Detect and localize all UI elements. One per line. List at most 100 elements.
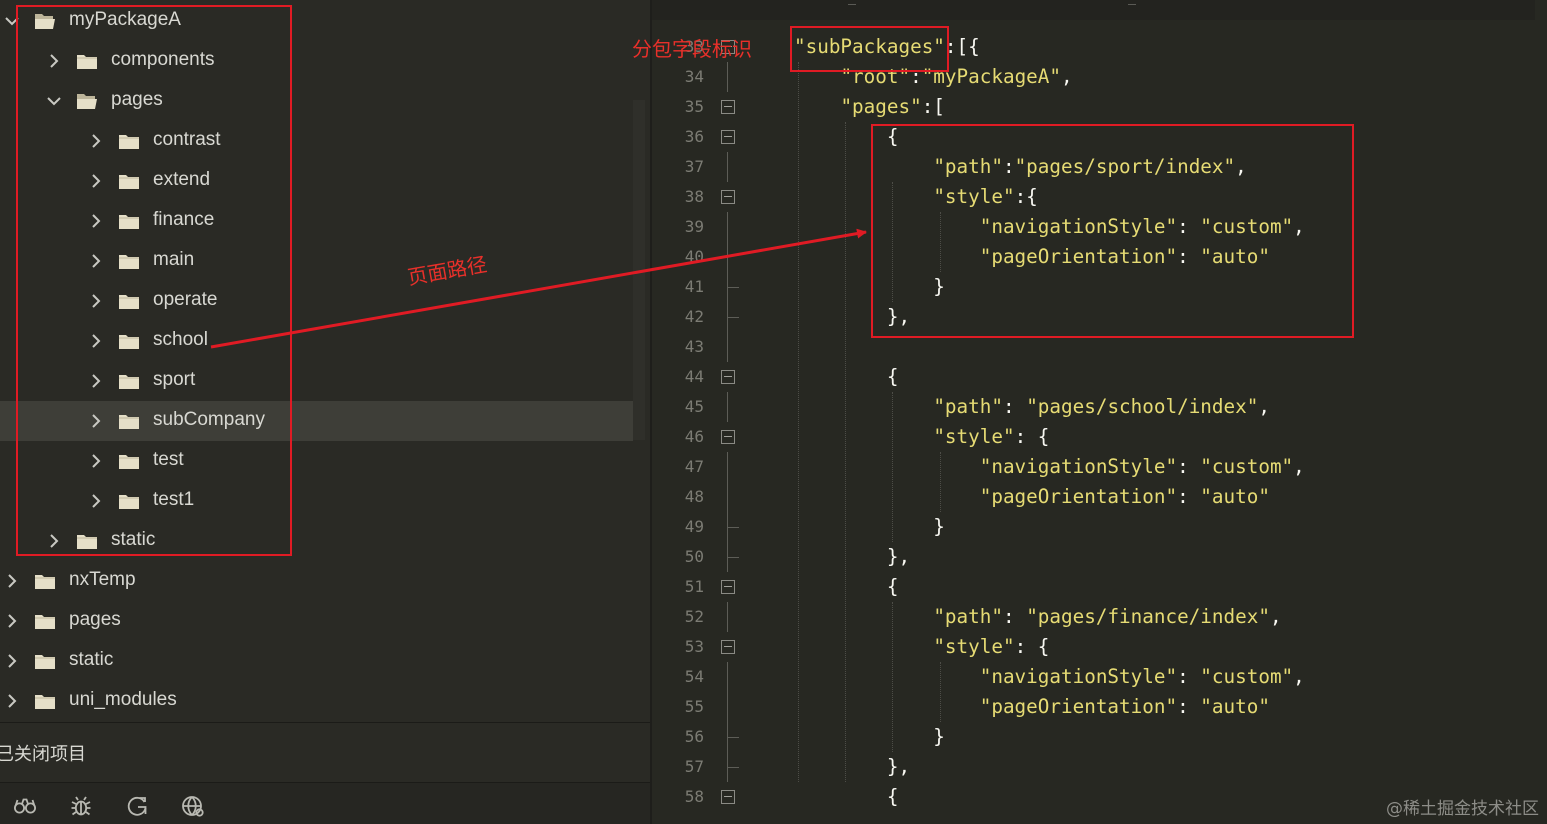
code-line[interactable]: 57 }, <box>652 752 1547 782</box>
fold-toggle-icon[interactable] <box>721 130 735 144</box>
code-text: }, <box>794 755 911 778</box>
closed-projects-label[interactable]: 已关闭项目 <box>0 740 86 766</box>
code-line[interactable]: 45 "path": "pages/school/index", <box>652 392 1547 422</box>
code-line[interactable]: 54 "navigationStyle": "custom", <box>652 662 1547 692</box>
file-tree-highlight-box <box>16 5 292 556</box>
fold-toggle-icon[interactable] <box>721 640 735 654</box>
indent-guide <box>892 602 893 752</box>
indent-guide <box>845 122 846 782</box>
code-line[interactable]: 53 "style": { <box>652 632 1547 662</box>
tree-item-nxtemp[interactable]: nxTemp <box>0 561 633 601</box>
fold-guide <box>727 62 728 92</box>
tree-item-label: uni_modules <box>69 689 177 710</box>
fold-guide <box>727 662 728 692</box>
code-line[interactable]: 47 "navigationStyle": "custom", <box>652 452 1547 482</box>
code-line[interactable]: 44 { <box>652 362 1547 392</box>
tab-edge <box>1128 0 1136 5</box>
line-number: 57 <box>684 757 704 776</box>
tab-edge <box>848 0 856 5</box>
fold-toggle-icon[interactable] <box>721 100 735 114</box>
watermark: @稀土掘金技术社区 <box>1386 799 1539 819</box>
tree-item-label: pages <box>69 609 121 630</box>
code-line[interactable]: 33 "subPackages":[{ <box>652 32 1547 62</box>
tree-item-pages[interactable]: pages <box>0 601 633 641</box>
line-number: 51 <box>684 577 704 596</box>
chevron-right-icon[interactable] <box>4 693 20 709</box>
line-number: 34 <box>684 67 704 86</box>
code-line[interactable]: 35 "pages":[ <box>652 92 1547 122</box>
code-text: } <box>794 515 945 538</box>
fold-guide <box>727 152 728 182</box>
indent-guide <box>940 662 941 722</box>
code-line[interactable]: 55 "pageOrientation": "auto" <box>652 692 1547 722</box>
fold-guide <box>727 482 728 512</box>
line-number: 42 <box>684 307 704 326</box>
fold-guide <box>727 242 728 272</box>
code-text: "navigationStyle": "custom", <box>979 455 1305 478</box>
code-text: "style": { <box>933 635 1050 658</box>
code-text: { <box>794 785 899 808</box>
fold-end-tick <box>727 287 739 288</box>
binoculars-icon[interactable] <box>12 793 38 819</box>
page-entry-highlight-box <box>871 124 1354 338</box>
fold-end-tick <box>727 557 739 558</box>
fold-guide <box>727 452 728 482</box>
fold-end-tick <box>727 767 739 768</box>
line-number: 54 <box>684 667 704 686</box>
line-number: 52 <box>684 607 704 626</box>
code-line[interactable]: 48 "pageOrientation": "auto" <box>652 482 1547 512</box>
code-text: "pageOrientation": "auto" <box>979 485 1270 508</box>
code-text: { <box>794 575 899 598</box>
subpackages-highlight-box <box>790 26 949 72</box>
fold-end-tick <box>727 527 739 528</box>
line-number: 45 <box>684 397 704 416</box>
line-number: 50 <box>684 547 704 566</box>
folder-icon <box>34 652 56 670</box>
folder-icon <box>34 692 56 710</box>
code-line[interactable]: 56 } <box>652 722 1547 752</box>
fold-guide <box>727 212 728 242</box>
code-line[interactable]: 34 "root":"myPackageA", <box>652 62 1547 92</box>
folder-icon <box>34 572 56 590</box>
chevron-right-icon[interactable] <box>4 613 20 629</box>
fold-toggle-icon[interactable] <box>721 190 735 204</box>
explorer-scrollbar[interactable] <box>633 100 645 440</box>
code-line[interactable]: 51 { <box>652 572 1547 602</box>
code-text: "path": "pages/school/index", <box>933 395 1270 418</box>
code-text: "path": "pages/finance/index", <box>933 605 1282 628</box>
fold-end-tick <box>727 737 739 738</box>
fold-toggle-icon[interactable] <box>721 430 735 444</box>
code-line[interactable]: 50 }, <box>652 542 1547 572</box>
fold-guide <box>727 692 728 722</box>
line-number: 46 <box>684 427 704 446</box>
code-line[interactable]: 46 "style": { <box>652 422 1547 452</box>
line-number: 35 <box>684 97 704 116</box>
line-number: 53 <box>684 637 704 656</box>
tree-item-label: nxTemp <box>69 569 136 590</box>
code-text: "pages":[ <box>840 95 945 118</box>
refresh-icon[interactable] <box>124 793 150 819</box>
code-text: { <box>794 365 899 388</box>
chevron-right-icon[interactable] <box>4 573 20 589</box>
line-number: 58 <box>684 787 704 806</box>
tree-item-label: static <box>69 649 114 670</box>
line-number: 44 <box>684 367 704 386</box>
line-number: 40 <box>684 247 704 266</box>
chevron-right-icon[interactable] <box>4 653 20 669</box>
editor-tabstrip <box>652 0 1535 20</box>
line-number: 56 <box>684 727 704 746</box>
fold-toggle-icon[interactable] <box>721 580 735 594</box>
fold-toggle-icon[interactable] <box>721 370 735 384</box>
code-line[interactable]: 52 "path": "pages/finance/index", <box>652 602 1547 632</box>
indent-guide <box>892 392 893 542</box>
fold-toggle-icon[interactable] <box>721 790 735 804</box>
code-text: } <box>794 725 945 748</box>
code-line[interactable]: 49 } <box>652 512 1547 542</box>
globe-icon[interactable] <box>180 793 206 819</box>
tree-item-uni-modules[interactable]: uni_modules <box>0 681 633 721</box>
bug-icon[interactable] <box>68 793 94 819</box>
line-number: 43 <box>684 337 704 356</box>
explorer-toolbar <box>0 783 650 824</box>
tree-item-static[interactable]: static <box>0 641 633 681</box>
line-number: 47 <box>684 457 704 476</box>
